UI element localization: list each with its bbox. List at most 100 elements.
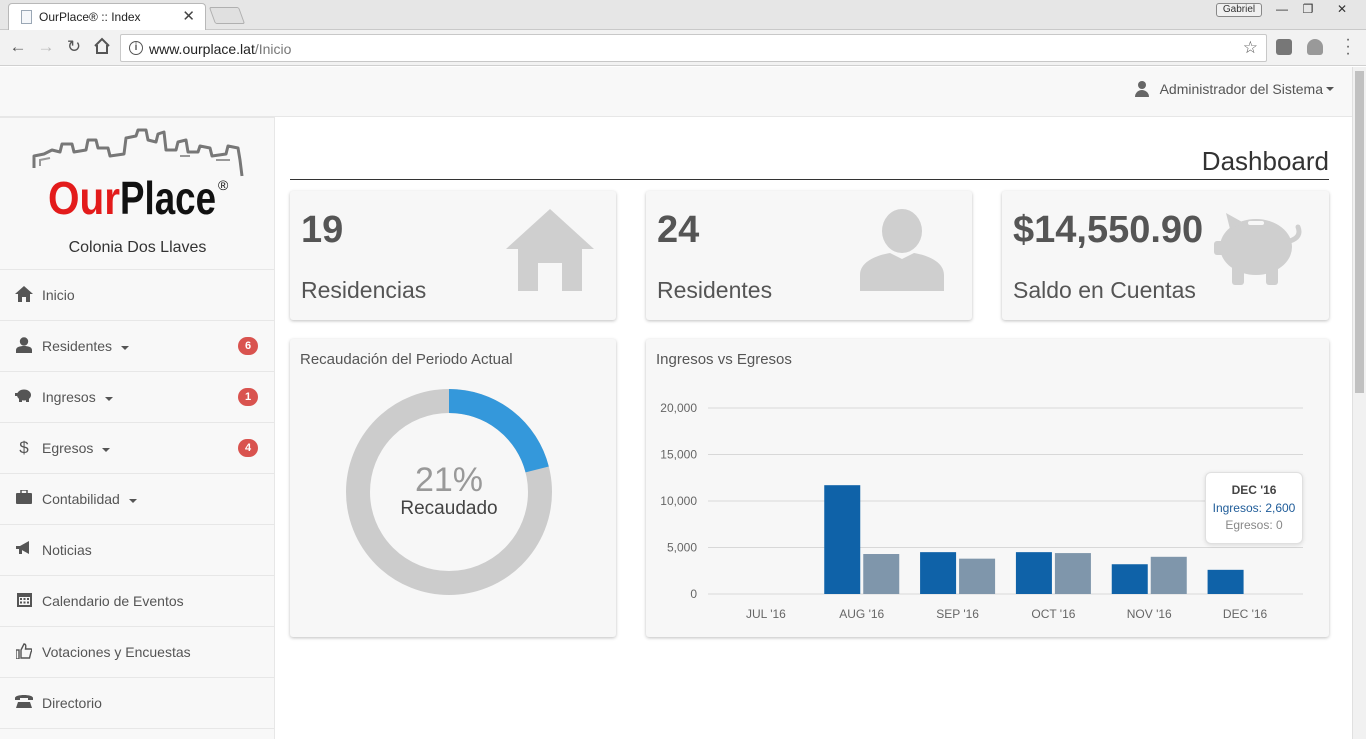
stat-value: 24 xyxy=(657,209,700,251)
briefcase-icon xyxy=(15,489,33,508)
notification-badge: 6 xyxy=(238,337,258,355)
sidebar-item-label: Residentes xyxy=(42,338,113,354)
chevron-down-icon xyxy=(121,346,129,350)
donut-center: 21% Recaudado xyxy=(346,461,552,520)
extension-icon[interactable] xyxy=(1276,39,1292,55)
stat-card-residentes: 24 Residentes xyxy=(646,191,972,320)
tab-title: OurPlace® :: Index xyxy=(39,10,141,24)
chevron-down-icon xyxy=(129,499,137,503)
dollar-icon: $ xyxy=(19,438,29,457)
y-tick-label: 0 xyxy=(690,587,697,601)
sidebar-item-inicio[interactable]: Inicio xyxy=(0,270,274,321)
thumbs-up-icon xyxy=(15,643,33,661)
sidebar-item-label: Inicio xyxy=(42,287,75,303)
sidebar-item-label: Noticias xyxy=(42,542,92,558)
new-tab-button[interactable] xyxy=(208,7,246,24)
user-icon xyxy=(1134,81,1150,97)
home-icon xyxy=(15,286,33,304)
tooltip-egresos: Egresos: 0 xyxy=(1225,518,1283,532)
page-favicon-icon xyxy=(21,10,32,24)
profile-button[interactable]: Gabriel xyxy=(1216,3,1262,17)
bookmark-star-icon[interactable]: ☆ xyxy=(1243,38,1258,58)
chevron-down-icon xyxy=(105,397,113,401)
sidebar-item-label: Ingresos xyxy=(42,389,96,405)
x-tick-label: DEC '16 xyxy=(1223,607,1268,621)
ourplace-logo[interactable]: Our Place ® xyxy=(30,126,246,224)
x-tick-label: SEP '16 xyxy=(936,607,979,621)
sidebar-item-label: Calendario de Eventos xyxy=(42,593,184,609)
bar-egresos-2[interactable] xyxy=(959,558,996,594)
user-icon xyxy=(15,337,33,355)
address-bar[interactable]: i www.ourplace.lat/Inicio ☆ xyxy=(120,34,1267,62)
user-menu[interactable]: Administrador del Sistema xyxy=(1134,81,1334,97)
bar-ingresos-2[interactable] xyxy=(920,552,957,594)
y-tick-label: 15,000 xyxy=(660,448,697,462)
site-info-icon[interactable]: i xyxy=(129,41,143,55)
sidebar: Our Place ® Colonia Dos Llaves Inicio Res… xyxy=(0,117,275,739)
y-tick-label: 5,000 xyxy=(667,541,697,555)
logo-text-our: Our xyxy=(48,172,120,224)
home-button-icon[interactable] xyxy=(92,37,112,57)
logo-registered-mark: ® xyxy=(218,177,229,193)
browser-menu-icon[interactable]: · · · xyxy=(1343,32,1353,62)
colony-name: Colonia Dos Llaves xyxy=(68,239,207,256)
browser-toolbar: ← → ↻ i www.ourplace.lat/Inicio ☆ · · · xyxy=(0,30,1366,66)
sidebar-item-label: Egresos xyxy=(42,440,94,456)
window-close-icon[interactable]: ✕ xyxy=(1330,2,1354,18)
notification-badge: 4 xyxy=(238,439,258,457)
stat-value: $14,550.90 xyxy=(1013,209,1204,251)
donut-label: Recaudado xyxy=(400,498,498,519)
donut-panel: Recaudación del Periodo Actual 21% Recau… xyxy=(290,339,616,637)
x-tick-label: NOV '16 xyxy=(1127,607,1172,621)
reload-icon[interactable]: ↻ xyxy=(64,37,84,57)
x-tick-label: JUL '16 xyxy=(746,607,786,621)
person-icon xyxy=(860,209,944,291)
tab-close-icon[interactable]: ✕ xyxy=(182,7,195,25)
phone-icon xyxy=(15,694,33,712)
sidebar-item-label: Contabilidad xyxy=(42,491,120,507)
piggy-bank-icon xyxy=(1214,213,1302,285)
sidebar-item-ingresos[interactable]: Ingresos 1 xyxy=(0,372,274,423)
sidebar-nav: Inicio Residentes 6 Ingresos 1 $ Egresos 4 Conta… xyxy=(0,270,274,729)
bar-egresos-3[interactable] xyxy=(1054,553,1091,594)
stat-label: Residentes xyxy=(657,277,773,303)
bar-egresos-4[interactable] xyxy=(1150,556,1187,594)
chart-panel: Ingresos vs Egresos 20,000 15,000 10,000 5,… xyxy=(646,339,1329,637)
bar-ingresos-5[interactable] xyxy=(1207,569,1244,594)
sidebar-item-contabilidad[interactable]: Contabilidad xyxy=(0,474,274,525)
stat-label: Residencias xyxy=(301,277,427,303)
brand-area: Our Place ® Colonia Dos Llaves xyxy=(0,118,274,270)
stat-value: 19 xyxy=(301,209,344,251)
stat-card-residencias: 19 Residencias xyxy=(290,191,616,320)
bar-egresos-1[interactable] xyxy=(863,554,900,594)
panel-title: Recaudación del Periodo Actual xyxy=(300,351,513,368)
sidebar-item-residentes[interactable]: Residentes 6 xyxy=(0,321,274,372)
donut-percent: 21% xyxy=(414,461,484,499)
tooltip-header: DEC '16 xyxy=(1231,483,1277,497)
chevron-down-icon xyxy=(102,448,110,452)
sidebar-item-noticias[interactable]: Noticias xyxy=(0,525,274,576)
x-tick-label: AUG '16 xyxy=(839,607,884,621)
bar-ingresos-3[interactable] xyxy=(1015,552,1052,594)
browser-tab[interactable]: OurPlace® :: Index ✕ xyxy=(8,3,206,30)
forward-icon[interactable]: → xyxy=(36,37,56,57)
sidebar-item-votaciones-y-encuestas[interactable]: Votaciones y Encuestas xyxy=(0,627,274,678)
url-text: www.ourplace.lat/Inicio xyxy=(149,41,292,57)
piggy-bank-icon xyxy=(15,388,33,406)
sidebar-item-egresos[interactable]: $ Egresos 4 xyxy=(0,423,274,474)
sidebar-item-directorio[interactable]: Directorio xyxy=(0,678,274,729)
sidebar-item-label: Votaciones y Encuestas xyxy=(42,644,191,660)
sidebar-item-calendario-de-eventos[interactable]: Calendario de Eventos xyxy=(0,576,274,627)
bar-ingresos-1[interactable] xyxy=(824,485,861,594)
back-icon[interactable]: ← xyxy=(8,37,28,57)
stat-card-saldo: $14,550.90 Saldo en Cuentas xyxy=(1002,191,1329,320)
minimize-icon[interactable]: — xyxy=(1270,2,1294,18)
restore-icon[interactable]: ❐ xyxy=(1296,2,1320,18)
sidebar-item-label: Directorio xyxy=(42,695,102,711)
page-scrollbar[interactable] xyxy=(1352,67,1366,739)
chevron-down-icon xyxy=(1326,87,1334,91)
bar-ingresos-4[interactable] xyxy=(1111,564,1148,594)
scrollbar-thumb[interactable] xyxy=(1355,71,1364,393)
stat-label: Saldo en Cuentas xyxy=(1013,277,1196,303)
drive-extension-icon[interactable] xyxy=(1307,39,1323,55)
